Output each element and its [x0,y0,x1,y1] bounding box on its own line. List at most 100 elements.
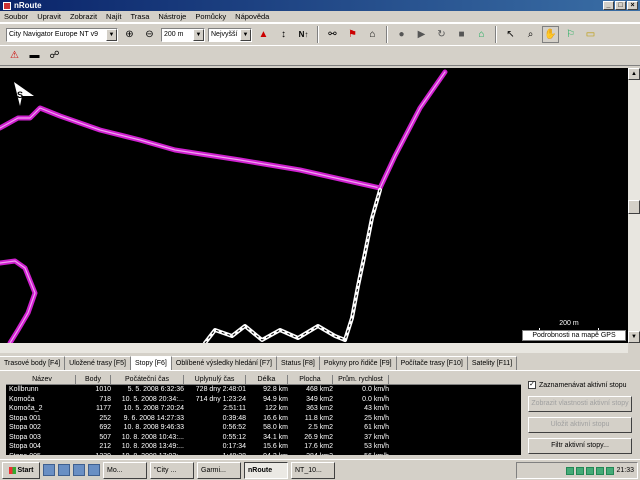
menu-view[interactable]: Zobrazit [70,12,97,21]
map-product-select[interactable]: City Navigator Europe NT v9 ▼ [6,27,118,42]
table-row[interactable]: Stopa 001 252 9. 6. 2008 14:27:33 0:39:48 16… [6,414,521,424]
cell-avg-speed: 43 km/h [364,405,389,412]
toolbar-separator [495,26,497,43]
checkbox-check-icon[interactable]: ✓ [528,381,536,389]
taskbar-item-active[interactable]: nRoute [244,461,288,479]
cell-area: 11.8 km2 [304,414,333,422]
map-horizontal-scrollbar[interactable] [0,343,628,353]
table-row[interactable]: Stopa 002 692 10. 8. 2008 9:46:33 0:56:52 58… [6,423,521,433]
tab-trip-computers[interactable]: Počítače trasy [F10] [396,356,468,370]
menu-utilities[interactable]: Pomůcky [195,12,226,21]
start-button[interactable]: Start [2,461,40,479]
tray-update-icon[interactable] [606,466,615,475]
vehicle-icon[interactable]: ▬ [26,47,43,64]
table-row[interactable]: Stopa 004 212 10. 8. 2008 13:49:... 0:17:34… [6,442,521,452]
tray-gps-icon[interactable] [576,466,585,475]
tray-security-icon[interactable] [596,466,605,475]
col-points[interactable]: Body [76,375,111,384]
tab-favorites[interactable]: Oblíbené výsledky hledání [F7] [171,356,277,370]
zoom-level-select[interactable]: 200 m ▼ [161,27,205,42]
tracks-rows: Kollbrunn 1010 5. 5. 2008 6:32:36 728 dny 2… [6,385,521,455]
chevron-down-icon[interactable]: ▼ [240,28,251,41]
scroll-up-icon[interactable]: ▲ [628,68,640,80]
pan-hand-icon[interactable]: ✋ [542,26,559,43]
menu-help[interactable]: Nápověda [235,12,269,21]
menu-route[interactable]: Trasa [130,12,149,21]
binoculars-icon[interactable]: ⚯ [324,26,341,43]
record-track-checkbox[interactable]: ✓ Zaznamenávat aktivní stopu [528,379,638,391]
tab-directions[interactable]: Pokyny pro řidiče [F9] [319,356,397,370]
record-icon[interactable]: ● [393,26,410,43]
zoom-tool-icon[interactable]: ⌕ [522,26,539,43]
tab-status[interactable]: Status [F8] [277,356,320,370]
quicklaunch-browser-icon[interactable] [58,464,70,476]
menu-tools[interactable]: Nástroje [158,12,186,21]
tray-volume-icon[interactable] [586,466,595,475]
filter-track-button[interactable]: Filtr aktivní stopy... [528,438,632,454]
minimize-button[interactable]: _ [603,1,614,10]
table-row[interactable]: Komoča 718 10. 5. 2008 20:34:... 714 dny 1:… [6,395,521,405]
find-places-icon[interactable]: ⚑ [344,26,361,43]
loop-icon[interactable]: ↻ [433,26,450,43]
col-start-time[interactable]: Počáteční čas [111,375,184,384]
chevron-down-icon[interactable]: ▼ [193,28,204,41]
menu-edit[interactable]: Upravit [37,12,61,21]
close-button[interactable]: × [627,1,638,10]
col-elapsed-time[interactable]: Uplynulý čas [184,375,246,384]
menu-find[interactable]: Najít [106,12,121,21]
map-view[interactable]: S 200 m Podrobnosti na mapě GPS [0,68,628,343]
scroll-down-icon[interactable]: ▼ [628,331,640,343]
zoom-level-value: 200 m [164,31,184,38]
col-length[interactable]: Délka [246,375,288,384]
maximize-button[interactable]: □ [615,1,626,10]
table-row[interactable]: Stopa 005123910. 8. 2008 17:02:...1:48:2… [6,452,521,456]
table-row[interactable]: Komoča_2 1177 10. 5. 2008 7:20:24 2:51:11 12… [6,404,521,414]
show-track-properties-button[interactable]: Zobrazit vlastnosti aktivní stopy [528,396,632,412]
taskbar-item[interactable]: Garmi... [197,461,241,479]
tab-waypoints[interactable]: Trasové body [F4] [0,356,66,370]
zoom-in-icon[interactable]: ⊕ [121,26,138,43]
tracks-list[interactable]: Název Body Počáteční čas Uplynulý čas Dé… [6,375,521,455]
measure-icon[interactable]: ▭ [582,26,599,43]
col-name[interactable]: Název [6,375,76,384]
play-icon[interactable]: ▶ [413,26,430,43]
map-vertical-scrollbar[interactable]: ▲ ▼ [628,68,640,343]
waypoint-flag-icon[interactable]: ⚐ [562,26,579,43]
zoom-out-icon[interactable]: ⊖ [141,26,158,43]
taskbar-item[interactable]: Mo... [103,461,147,479]
menu-file[interactable]: Soubor [4,12,28,21]
table-row[interactable]: Kollbrunn 1010 5. 5. 2008 6:32:36 728 dny 2… [6,385,521,395]
map-orientation-icon[interactable]: ▲ [255,26,272,43]
app-icon [3,1,11,10]
table-row[interactable]: Stopa 003 507 10. 8. 2008 10:43:... 0:55:12… [6,433,521,443]
quicklaunch-media-icon[interactable] [88,464,100,476]
col-avg-speed[interactable]: Prům. rychlost [333,375,389,384]
find-address-icon[interactable]: ⌂ [364,26,381,43]
quicklaunch-desktop-icon[interactable] [43,464,55,476]
detail-level-select[interactable]: Nejvyšší ▼ [208,27,252,42]
home-icon[interactable]: ⌂ [473,26,490,43]
tab-tracks[interactable]: Stopy [F6] [130,356,172,370]
cell-elapsed-time: 0:39:48 [222,414,246,422]
quicklaunch-explorer-icon[interactable] [73,464,85,476]
taskbar-item[interactable]: NT_10... [291,461,335,479]
stop-icon[interactable]: ■ [453,26,470,43]
gps-details-button[interactable]: Podrobnosti na mapě GPS [522,330,626,341]
cell-area: 17.6 km2 [304,443,333,450]
cell-length: 92.8 km [263,386,288,393]
save-track-button[interactable]: Uložit aktivní stopu [528,417,632,433]
route-calc-icon[interactable]: ⚠ [6,47,23,64]
gps-device-icon[interactable]: ☍ [46,47,63,64]
cell-name: Stopa 004 [9,443,41,450]
tab-saved-routes[interactable]: Uložené trasy [F5] [65,356,131,370]
taskbar-item[interactable]: "City ... [150,461,194,479]
chevron-down-icon[interactable]: ▼ [106,28,117,41]
track-up-icon[interactable]: ↕ [275,26,292,43]
select-arrow-icon[interactable]: ↖ [502,26,519,43]
compass-label: S [17,90,23,100]
col-area[interactable]: Plocha [288,375,333,384]
north-up-icon[interactable]: N↑ [295,26,312,43]
tab-satellites[interactable]: Satelity [F11] [467,356,518,370]
scroll-thumb[interactable] [628,200,640,214]
tray-network-icon[interactable] [566,466,575,475]
